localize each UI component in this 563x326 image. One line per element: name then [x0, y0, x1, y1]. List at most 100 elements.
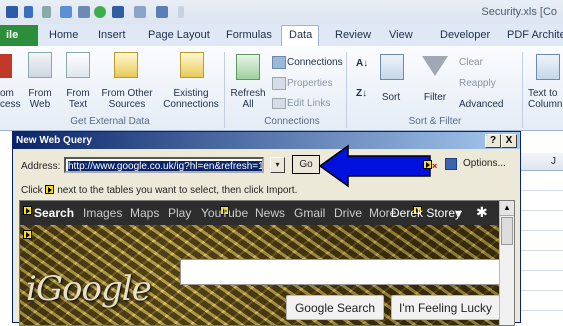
igoogle-theme-background: iGoogle Google Search I'm Feeling Lucky — [20, 225, 510, 325]
table-select-marker-icon[interactable] — [23, 206, 32, 215]
google-search-input[interactable] — [180, 259, 510, 285]
existing-connections-button[interactable]: Existing Connections — [160, 88, 222, 110]
chart-icon[interactable] — [112, 6, 124, 18]
go-button[interactable]: Go — [292, 155, 320, 174]
other-sources-icon — [114, 52, 138, 78]
vertical-scrollbar[interactable]: ▲ — [499, 201, 514, 325]
group-label-connections: Connections — [264, 116, 320, 127]
refresh-all-icon — [236, 54, 260, 80]
blue-arrow-annotation — [318, 144, 431, 188]
from-other-sources-button[interactable]: From Other Sources — [98, 88, 156, 110]
advanced-button[interactable]: Advanced — [459, 99, 503, 110]
gridline — [521, 310, 563, 311]
google-nav-bar: Search Images Maps Play YouTube News Gma… — [20, 201, 500, 225]
tab-formulas[interactable]: Formulas — [226, 29, 272, 41]
web-globe-icon — [28, 52, 52, 78]
hide-icons-x-icon: × — [432, 161, 438, 171]
tab-page-layout[interactable]: Page Layout — [148, 29, 210, 41]
properties-button[interactable]: Properties — [287, 78, 333, 89]
clear-button[interactable]: Clear — [459, 57, 483, 68]
filter-button[interactable]: Filter — [419, 92, 451, 103]
from-text-button[interactable]: From Text — [62, 88, 94, 110]
nav-drive[interactable]: Drive — [334, 206, 362, 220]
tab-home[interactable]: Home — [49, 29, 78, 41]
tab-data[interactable]: Data — [289, 29, 312, 41]
group-label-external-data: Get External Data — [70, 116, 150, 127]
close-button[interactable]: X — [501, 134, 517, 148]
from-web-button[interactable]: From Web — [24, 88, 56, 110]
instruction-text: Click next to the tables you want to sel… — [21, 185, 297, 196]
save-query-icon[interactable] — [445, 158, 457, 170]
nav-gmail[interactable]: Gmail — [294, 206, 325, 220]
gridline — [521, 230, 563, 231]
web-preview[interactable]: Search Images Maps Play YouTube News Gma… — [19, 200, 515, 326]
redo-icon[interactable] — [42, 6, 51, 18]
user-name[interactable]: Derek Storey — [391, 206, 461, 220]
edit-links-button[interactable]: Edit Links — [287, 98, 330, 109]
address-value: http://www.google.co.uk/ig?hl=en&refresh… — [68, 161, 264, 172]
nav-maps[interactable]: Maps — [130, 206, 159, 220]
title-bar: Security.xls [Co — [0, 0, 563, 24]
text-to-columns-icon — [536, 54, 560, 80]
hint-text: next to the tables you want to select, t… — [57, 185, 298, 196]
connections-button[interactable]: Connections — [287, 57, 343, 68]
tab-insert[interactable]: Insert — [98, 29, 126, 41]
existing-connections-icon — [180, 52, 204, 78]
scroll-up-icon[interactable]: ▲ — [500, 201, 514, 216]
group-separator — [346, 52, 347, 128]
nav-search[interactable]: Search — [34, 206, 74, 220]
address-label: Address: — [21, 161, 61, 172]
show-icons-toggle[interactable] — [423, 159, 432, 171]
yellow-arrow-icon — [423, 160, 432, 169]
tab-file[interactable]: ile — [0, 25, 38, 46]
sort-dialog-icon — [380, 54, 404, 80]
dialog-titlebar[interactable]: New Web Query ? X — [13, 132, 520, 149]
tab-view[interactable]: View — [389, 29, 413, 41]
text-to-columns-button[interactable]: Text to Column — [528, 88, 563, 110]
customize-qat-icon[interactable] — [178, 6, 184, 18]
new-web-query-dialog: New Web Query ? X Address: http://www.go… — [12, 131, 521, 326]
from-access-button[interactable]: om cess — [0, 88, 21, 110]
tab-developer[interactable]: Developer — [440, 29, 490, 41]
gear-icon[interactable]: ✱ — [476, 204, 488, 221]
tab-review[interactable]: Review — [335, 29, 371, 41]
help-button[interactable]: ? — [485, 134, 501, 148]
refresh-icon[interactable] — [94, 6, 106, 18]
nav-play[interactable]: Play — [168, 206, 191, 220]
nav-news[interactable]: News — [255, 206, 285, 220]
tab-pdf-architect[interactable]: PDF Architect — [507, 29, 563, 41]
sort-icon[interactable] — [134, 6, 146, 18]
properties-icon — [272, 77, 286, 90]
gridline — [521, 270, 563, 271]
window-title: Security.xls [Co — [481, 6, 557, 18]
sort-asc-icon[interactable]: A↓ — [356, 58, 368, 69]
camera-icon[interactable] — [78, 6, 90, 18]
nav-images[interactable]: Images — [83, 206, 122, 220]
yellow-arrow-icon — [45, 185, 55, 194]
table-select-marker-icon[interactable] — [23, 230, 32, 239]
filter-funnel-icon — [422, 56, 448, 76]
group-label-sort-filter: Sort & Filter — [408, 116, 462, 127]
address-input[interactable]: http://www.google.co.uk/ig?hl=en&refresh… — [64, 157, 264, 173]
gridline — [521, 290, 563, 291]
macro-icon[interactable] — [156, 6, 168, 18]
user-menu-chevron-icon[interactable]: ▾ — [456, 206, 462, 220]
reapply-button[interactable]: Reapply — [459, 78, 496, 89]
options-button[interactable]: Options... — [463, 158, 506, 169]
address-dropdown-button[interactable]: ▾ — [270, 157, 285, 173]
print-preview-icon[interactable] — [60, 6, 72, 18]
google-search-button[interactable]: Google Search — [286, 295, 384, 320]
undo-icon[interactable] — [24, 6, 33, 18]
igoogle-logo: iGoogle — [26, 269, 152, 309]
scroll-thumb[interactable] — [501, 217, 513, 245]
column-j-label[interactable]: J — [551, 156, 556, 167]
text-file-icon — [66, 52, 90, 78]
hint-prefix: Click — [21, 185, 43, 196]
save-icon[interactable] — [6, 6, 18, 18]
chevron-down-icon: ▾ — [275, 160, 280, 169]
refresh-all-button[interactable]: Refresh All — [228, 88, 268, 110]
sort-button[interactable]: Sort — [376, 92, 406, 103]
sort-desc-icon[interactable]: Z↓ — [356, 88, 367, 99]
nav-youtube[interactable]: YouTube — [201, 206, 248, 220]
feeling-lucky-button[interactable]: I'm Feeling Lucky — [391, 295, 500, 320]
